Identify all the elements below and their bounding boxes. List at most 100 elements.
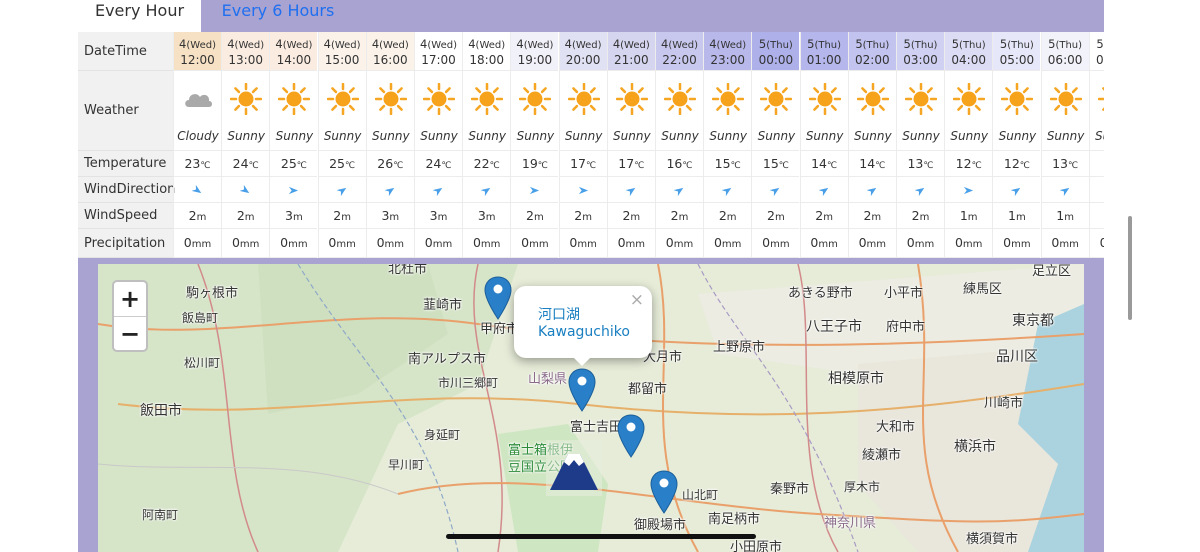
wind-arrow-icon: [818, 187, 828, 197]
map-label: 御殿場市: [634, 518, 687, 533]
precipitation-cell: 0mm: [269, 229, 318, 258]
date-dow: (Thu): [766, 40, 793, 51]
time-label: 15:00: [324, 53, 360, 67]
precipitation-cell: 0mm: [847, 229, 896, 258]
location-marker[interactable]: [649, 470, 679, 514]
zoom-out-button[interactable]: −: [114, 317, 146, 351]
map-label: 大和市: [876, 420, 916, 435]
mount-fuji-icon[interactable]: [546, 440, 602, 496]
precipitation-value: 0: [617, 235, 626, 250]
wind-direction-cell: [606, 177, 655, 203]
precipitation-value: 0: [1003, 235, 1012, 250]
weather-cell: Cloudy: [173, 71, 221, 151]
map-label: 東京都: [1012, 313, 1054, 329]
location-marker[interactable]: [483, 276, 513, 320]
temperature-cell: 1℃: [1088, 151, 1104, 177]
zoom-in-button[interactable]: +: [114, 282, 146, 317]
home-indicator[interactable]: [446, 534, 756, 539]
sun-icon: [278, 83, 311, 115]
date-day: 5: [1096, 37, 1104, 51]
wind-direction-cell: [751, 177, 800, 203]
precipitation-unit: mm: [288, 239, 308, 250]
sun-icon: [326, 83, 359, 115]
popup-tip: [572, 356, 592, 366]
temperature-value: 16: [666, 156, 683, 171]
popup-close-button[interactable]: ×: [630, 290, 644, 310]
date-day: 4: [709, 37, 717, 51]
tab-every-6-hours[interactable]: Every 6 Hours: [209, 0, 347, 32]
precipitation-value: 0: [858, 235, 867, 250]
precipitation-cell: 0mm: [992, 229, 1041, 258]
wind-speed-value: 2: [670, 208, 679, 223]
precipitation-cell: 0mm: [558, 229, 607, 258]
wind-direction-cell: [365, 177, 414, 203]
datetime-cell: 5(Thu) 05:00: [992, 32, 1041, 71]
temperature-value: 15: [762, 156, 779, 171]
location-marker[interactable]: [616, 414, 646, 458]
temperature-value: 23: [184, 156, 201, 171]
temperature-cell: 15℃: [703, 151, 752, 177]
temperature-cell: 19℃: [510, 151, 559, 177]
datetime-cell: 4(Wed) 18:00: [462, 32, 511, 71]
wind-speed-unit: m: [485, 212, 496, 223]
weather-cell: Sunny: [799, 71, 848, 151]
precipitation-value: 0: [183, 235, 192, 250]
map-label: 川崎市: [984, 396, 1024, 411]
precipitation-unit: mm: [1059, 239, 1079, 250]
map-label: 八王子市: [806, 319, 862, 335]
wind-speed-value: 2: [526, 208, 534, 223]
date-dow: (Thu): [862, 40, 890, 51]
date-dow: (Wed): [571, 40, 602, 51]
hour-column: 5(Thu)07:00 Sunny 1℃ 1m0mm: [1088, 32, 1104, 258]
weather-cell: Sunny: [221, 71, 270, 151]
time-label: 03:00: [903, 53, 938, 67]
date-day: 5: [951, 37, 960, 51]
wind-speed-cell: 2m: [896, 203, 944, 229]
weather-cell: Sunny: [414, 71, 462, 151]
temperature-cell: 16℃: [655, 151, 703, 177]
wind-direction-cell: [462, 177, 511, 203]
wind-speed-unit: m: [196, 212, 207, 223]
sun-icon: [471, 83, 504, 115]
temperature-cell: 13℃: [1040, 151, 1089, 177]
hour-column: 4(Wed) 20:00 Sunny 17℃ 2m 0mm: [558, 32, 607, 258]
map-label: 練馬区: [963, 282, 1003, 297]
forecast-panel: Every Hour Every 6 Hours DateTime Weathe…: [78, 0, 1104, 552]
map-popup: 河口湖 Kawaguchiko ×: [514, 286, 652, 366]
weather-label: Sunny: [950, 129, 988, 143]
weather-label: Sunny: [275, 129, 314, 143]
wind-speed-value: 2: [236, 208, 245, 223]
scroll-indicator[interactable]: [1128, 216, 1132, 320]
weather-cell: Sunny: [703, 71, 752, 151]
temperature-value: 25: [280, 156, 297, 171]
wind-arrow-icon: [239, 184, 250, 194]
date-dow: (Wed): [186, 40, 216, 51]
precipitation-cell: 0mm: [799, 229, 848, 258]
precipitation-unit: mm: [866, 239, 887, 250]
hour-column: 4(Wed) 13:00 Sunny 24℃ 2m 0mm: [221, 32, 270, 258]
temperature-value: 13: [1052, 156, 1068, 171]
wind-speed-cell: 3m: [414, 203, 462, 229]
temperature-unit: ℃: [730, 161, 741, 171]
weather-label: Cloudy: [177, 129, 219, 143]
area-map[interactable]: 北杜市 駒ヶ根市 韮崎市 甲府市 飯島町 南アルプス市 大月市 上野原市 あきる…: [98, 264, 1084, 552]
popup-title-en: Kawaguchiko: [538, 324, 630, 340]
precipitation-cell: 0mm: [1040, 229, 1089, 258]
wind-arrow-icon: [866, 187, 877, 197]
map-label: 上野原市: [713, 340, 766, 355]
precipitation-value: 0: [376, 235, 385, 250]
tab-every-hour[interactable]: Every Hour: [78, 0, 201, 32]
temperature-cell: 24℃: [221, 151, 270, 177]
date-dow: (Thu): [1007, 40, 1034, 51]
wind-speed-cell: 2m: [847, 203, 896, 229]
map-label: 秦野市: [770, 482, 810, 497]
weather-label: Sunny: [516, 129, 555, 143]
location-marker-kawaguchiko[interactable]: [567, 368, 597, 412]
wind-arrow-icon: [432, 187, 443, 197]
wind-speed-cell: 2m: [655, 203, 703, 229]
date-day: 4: [468, 37, 476, 51]
weather-cell: Sunny: [510, 71, 559, 151]
map-label: 飯島町: [182, 311, 219, 325]
hour-column: 5(Thu) 01:00 Sunny 14℃ 2m 0mm: [799, 32, 848, 258]
sun-icon: [423, 83, 455, 115]
